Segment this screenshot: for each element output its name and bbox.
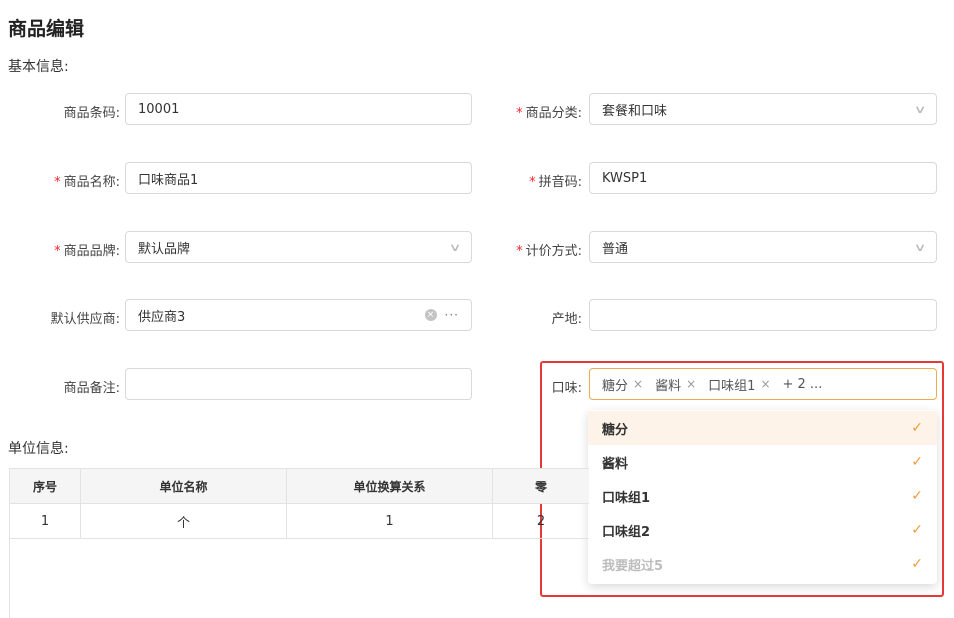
unit-info-section-title: 单位信息: [8,441,69,457]
origin-label: 产地: [551,312,582,327]
column-header: 单位换算关系 [286,468,493,504]
clear-icon[interactable]: × [424,309,437,321]
brand-label: * 商品品牌: [54,244,120,259]
supplier-value: 供应商3 [138,309,186,325]
remark-input[interactable] [125,368,472,400]
units-table: 序号 单位名称 单位换算关系 零 1 个 1 2 [9,468,589,539]
brand-value: 默认品牌 [138,241,191,257]
category-select[interactable]: 套餐和口味 ∨ [589,93,937,125]
table-header-row: 序号 单位名称 单位换算关系 零 [9,468,589,504]
required-mark: * [54,175,61,190]
pinyin-value: KWSP1 [602,170,648,186]
category-value: 套餐和口味 [602,103,668,119]
table-cell: 个 [80,503,287,539]
table-row[interactable]: 1 个 1 2 [9,503,589,539]
product-name-value: 口味商品1 [138,172,199,188]
pinyin-input[interactable]: KWSP1 [589,162,937,194]
table-cell: 2 [492,503,589,539]
required-mark: * [516,106,523,121]
supplier-label: 默认供应商: [50,312,120,327]
category-label: * 商品分类: [516,106,582,121]
brand-select[interactable]: 默认品牌 ∨ [125,231,472,263]
product-name-input[interactable]: 口味商品1 [125,162,472,194]
chevron-down-icon: ∨ [913,240,927,254]
page-title: 商品编辑 [8,18,85,40]
remark-label: 商品备注: [63,381,120,396]
required-mark: * [54,244,61,259]
barcode-input[interactable]: 10001 [125,93,472,125]
pricing-value: 普通 [602,241,629,257]
chevron-down-icon: ∨ [448,240,462,254]
table-body-area [9,539,590,618]
highlight-box [540,361,944,597]
required-mark: * [529,175,536,190]
basic-info-section-title: 基本信息: [8,59,69,75]
required-mark: * [516,244,523,259]
barcode-value: 10001 [138,101,180,117]
column-header: 零 [492,468,589,504]
chevron-down-icon: ∨ [913,102,927,116]
column-header: 序号 [9,468,81,504]
origin-input[interactable] [589,299,937,331]
table-cell: 1 [9,503,81,539]
pinyin-label: * 拼音码: [529,175,582,190]
barcode-label: 商品条码: [63,106,120,121]
product-name-label: * 商品名称: [54,175,120,190]
pricing-select[interactable]: 普通 ∨ [589,231,937,263]
column-header: 单位名称 [80,468,287,504]
supplier-input[interactable]: 供应商3 × ··· [125,299,472,331]
pricing-label: * 计价方式: [516,244,582,259]
ellipsis-icon[interactable]: ··· [445,308,459,322]
table-cell: 1 [286,503,493,539]
